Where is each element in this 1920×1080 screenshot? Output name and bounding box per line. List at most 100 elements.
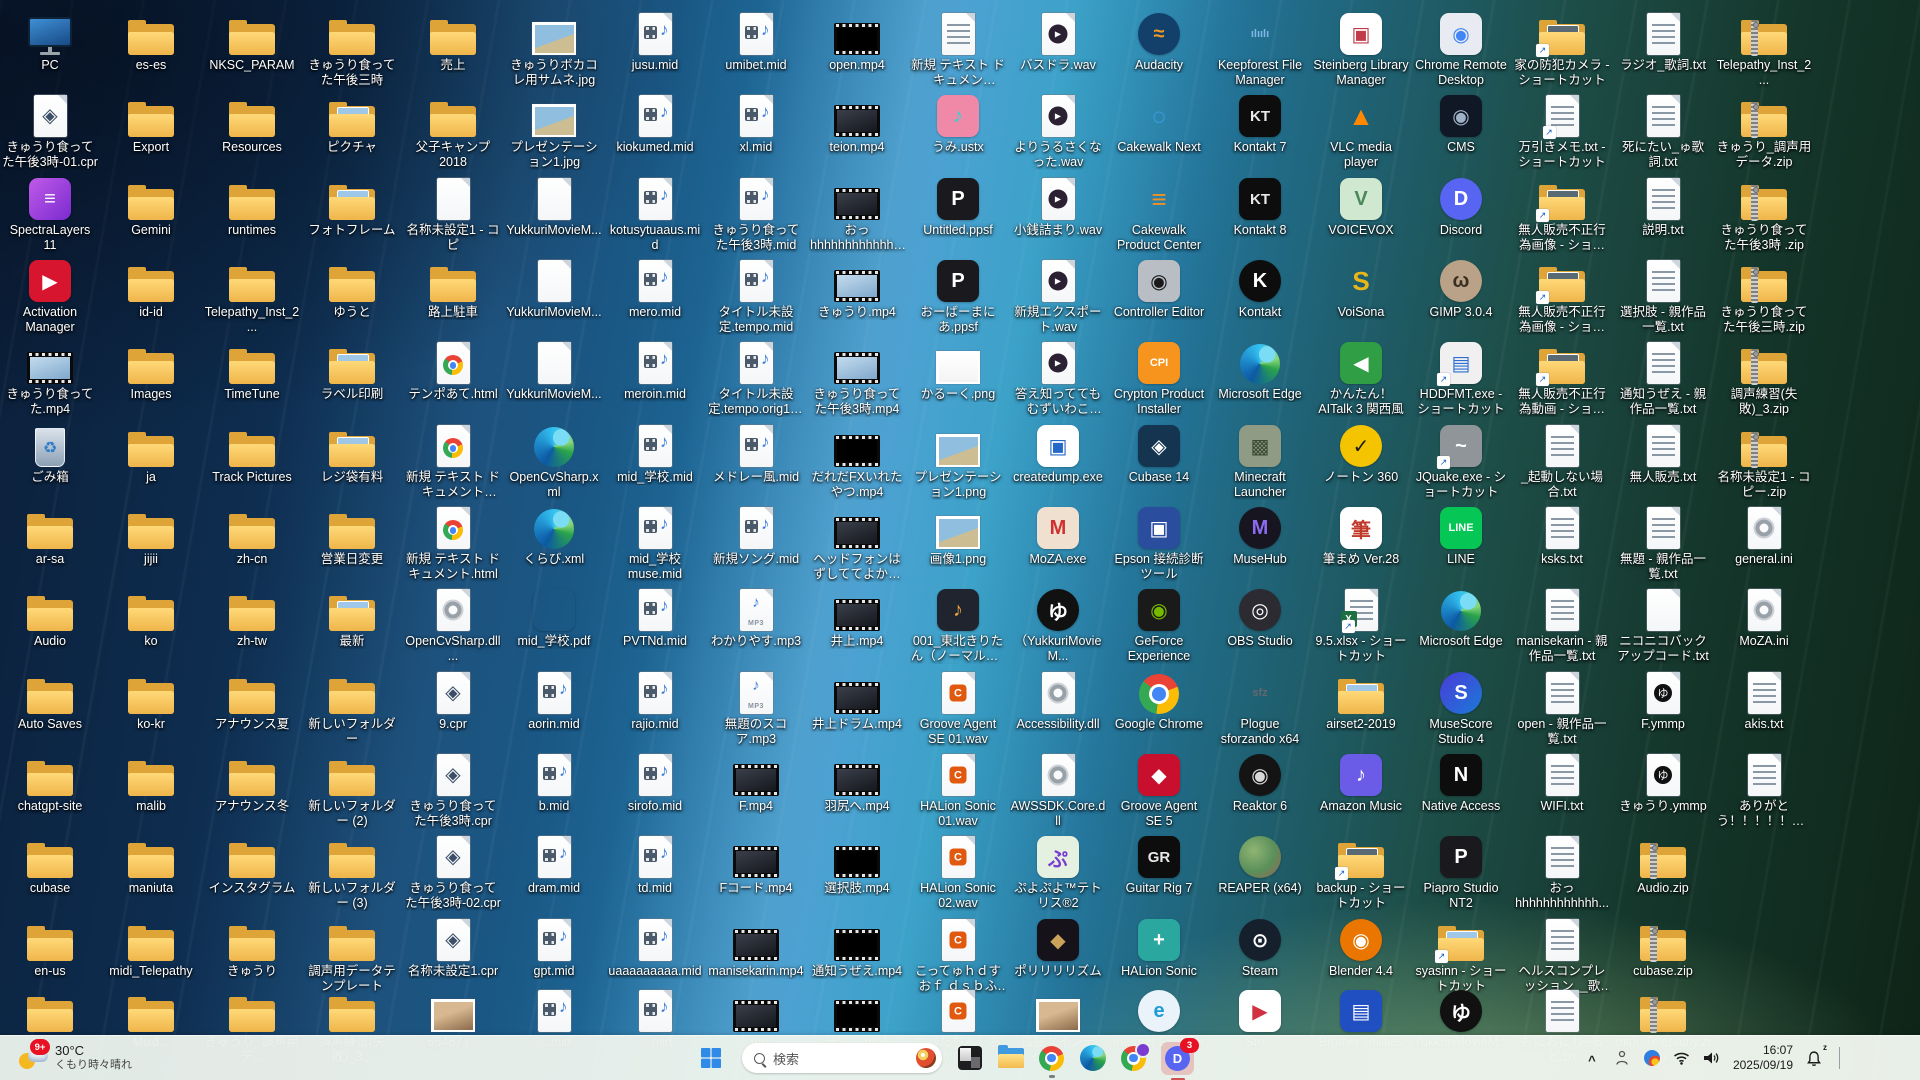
desktop-icon[interactable]: Track Pictures [204, 419, 300, 485]
desktop-icon[interactable]: Telepathy_Inst_2... [204, 254, 300, 335]
desktop-icon[interactable]: ◉Reaktor 6 [1212, 748, 1308, 814]
desktop-icon[interactable]: ↗家の防犯カメラ - ショートカット [1514, 7, 1610, 88]
desktop-icon[interactable]: _起動しない場合.txt [1514, 419, 1610, 500]
search-input[interactable]: 検索 [742, 1043, 942, 1073]
desktop-icon[interactable]: ○Cakewalk Next [1111, 89, 1207, 155]
desktop-icon[interactable]: きゅうり食ってた.mp4 [2, 336, 98, 417]
desktop-icon[interactable]: ♪jusu.mid [607, 7, 703, 73]
desktop-icon[interactable]: WIFI.txt [1514, 748, 1610, 814]
desktop-icon[interactable]: CPICrypton Product Installer [1111, 336, 1207, 417]
desktop-icon[interactable]: 無人販売.txt [1615, 419, 1711, 485]
desktop-icon[interactable]: ゆきゅうり.ymmp [1615, 748, 1711, 814]
desktop-icon[interactable]: AWSSDK.Core.dll [1010, 748, 1106, 829]
desktop-icon[interactable]: MoZA.ini [1716, 583, 1812, 649]
desktop-icon[interactable]: ありがとう！！！！！！.txt [1716, 748, 1812, 829]
desktop-icon[interactable]: ✓ノートン 360 [1313, 419, 1409, 485]
desktop-icon[interactable]: 筆筆まめ Ver.28 [1313, 501, 1409, 567]
desktop-icon[interactable]: ko [103, 583, 199, 649]
desktop-icon[interactable]: Pおーばーまにあ.ppsf [910, 254, 1006, 335]
desktop-icon[interactable]: MMuseHub [1212, 501, 1308, 567]
desktop-icon[interactable]: ◉Controller Editor [1111, 254, 1207, 320]
desktop-icon[interactable]: KKontakt [1212, 254, 1308, 320]
desktop-icon[interactable]: ニコニコバックアップコード.txt [1615, 583, 1711, 664]
desktop-icon[interactable]: SVoiSona [1313, 254, 1409, 320]
desktop-icon[interactable]: きゅうり食ってた午後三時 [304, 7, 400, 88]
desktop-icon[interactable]: 井上ドラム.mp4 [809, 666, 905, 732]
taskbar-app-edge[interactable] [1079, 1045, 1106, 1072]
desktop-icon[interactable]: ▶小銭詰まり.wav [1010, 172, 1106, 238]
desktop-icon[interactable]: ↗syasinn - ショートカット [1413, 913, 1509, 994]
desktop-icon[interactable]: ▶新規エクスポート.wav [1010, 254, 1106, 335]
desktop-icon[interactable]: ピクチャ [304, 89, 400, 155]
desktop-icon[interactable]: ksks.txt [1514, 501, 1610, 567]
desktop-icon[interactable]: SMuseScore Studio 4 [1413, 666, 1509, 747]
desktop-icon[interactable]: 調声用データテンプレート [304, 913, 400, 994]
desktop-icon[interactable]: Google Chrome [1111, 666, 1207, 732]
desktop-icon[interactable]: sfzPlogue sforzando x64 [1212, 666, 1308, 747]
desktop-icon[interactable]: MMoZA.exe [1010, 501, 1106, 567]
desktop-icon[interactable]: ωGIMP 3.0.4 [1413, 254, 1509, 320]
desktop-icon[interactable]: ゆF.ymmp [1615, 666, 1711, 732]
desktop-icon[interactable]: 選択肢 - 親作品一覧.txt [1615, 254, 1711, 335]
desktop-icon[interactable]: maniuta [103, 830, 199, 896]
notification-bell-icon[interactable]: z [1805, 1046, 1823, 1070]
volume-icon[interactable] [1703, 1046, 1721, 1070]
taskbar-app-explorer[interactable] [997, 1045, 1024, 1072]
desktop-icon[interactable]: プレゼンテーション1.jpg [506, 89, 602, 170]
desktop-icon[interactable]: malib [103, 748, 199, 814]
desktop-icon[interactable]: ♪rajio.mid [607, 666, 703, 732]
desktop-icon[interactable]: ◆Groove Agent SE 5 [1111, 748, 1207, 829]
desktop-icon[interactable]: midi_Telepathy [103, 913, 199, 979]
desktop-icon[interactable]: KTKontakt 7 [1212, 89, 1308, 155]
desktop-icon[interactable]: かるーく.png [910, 336, 1006, 402]
desktop-icon[interactable]: teion.mp4 [809, 89, 905, 155]
desktop-icon[interactable]: 父子キャンプ2018 [405, 89, 501, 170]
desktop-icon[interactable]: ♪Amazon Music [1313, 748, 1409, 814]
desktop-icon[interactable]: PUntitled.ppsf [910, 172, 1006, 238]
desktop-icon[interactable]: akis.txt [1716, 666, 1812, 732]
desktop-icon[interactable]: ♪001_東北きりたん（ノーマル）_今じゃ... [910, 583, 1006, 664]
desktop-icon[interactable]: ♪タイトル未設定.tempo.orig1.mid [708, 336, 804, 417]
desktop-icon[interactable]: Cこってゅｈｄすおｆ ｄｓｂふぉ.wav [910, 913, 1006, 994]
desktop-icon[interactable]: プレゼンテーション1.png [910, 419, 1006, 500]
desktop-icon[interactable]: ♪kotusytuaaus.mid [607, 172, 703, 253]
desktop-icon[interactable]: jijii [103, 501, 199, 567]
desktop-icon[interactable]: ◉Chrome Remote Desktop [1413, 7, 1509, 88]
tray-accessibility-icon[interactable] [1613, 1046, 1631, 1070]
desktop-icon[interactable]: レジ袋有料 [304, 419, 400, 485]
desktop-icon[interactable]: きゅうり_調声用データ.zip [1716, 89, 1812, 170]
desktop-icon[interactable]: ~↗JQuake.exe - ショートカット [1413, 419, 1509, 500]
desktop-icon[interactable]: ♪メドレー風.mid [708, 419, 804, 485]
desktop-icon[interactable]: open - 親作品一覧.txt [1514, 666, 1610, 747]
desktop-icon[interactable]: id-id [103, 254, 199, 320]
desktop-icon[interactable]: 新規 テキスト ドキュメント.musicxml [910, 7, 1006, 88]
desktop-icon[interactable]: ♪mid_学校 muse.mid [607, 501, 703, 582]
desktop-icon[interactable]: ♪umibet.mid [708, 7, 804, 73]
desktop-icon[interactable]: ▲VLC media player [1313, 89, 1409, 170]
desktop-icon[interactable]: ko-kr [103, 666, 199, 732]
wifi-icon[interactable] [1673, 1046, 1691, 1070]
taskbar-app-chrome-profile[interactable] [1120, 1045, 1147, 1072]
desktop-icon[interactable]: ♪gpt.mid [506, 913, 602, 979]
desktop-icon[interactable]: ↗無人販売不正行為画像 - ショートカッ... [1514, 172, 1610, 253]
desktop-icon[interactable]: 新しいフォルダー (2) [304, 748, 400, 829]
desktop-icon[interactable]: おっ hhhhhhhhhhhh... [1514, 830, 1610, 911]
desktop-icon[interactable]: ♪dram.mid [506, 830, 602, 896]
desktop-icon[interactable]: ◀かんたん！AITalk 3 関西風 [1313, 336, 1409, 417]
desktop-icon[interactable]: ヘッドフォンはずしててよかっt.mp4 [809, 501, 905, 582]
desktop-icon[interactable]: ♪mid_学校.mid [607, 419, 703, 485]
desktop-icon[interactable]: だれだFXいれたやつ.mp4 [809, 419, 905, 500]
desktop-icon[interactable]: ◈Cubase 14 [1111, 419, 1207, 485]
desktop-icon[interactable]: ♪kiokumed.mid [607, 89, 703, 155]
desktop-icon[interactable]: 井上.mp4 [809, 583, 905, 649]
desktop-icon[interactable]: Auto Saves [2, 666, 98, 732]
desktop-icon[interactable]: airset2-2019 [1313, 666, 1409, 732]
desktop-icon[interactable]: Export [103, 89, 199, 155]
desktop-icon[interactable]: Microsoft Edge [1212, 336, 1308, 402]
desktop-icon[interactable]: cubase [2, 830, 98, 896]
desktop-icon[interactable]: ar-sa [2, 501, 98, 567]
desktop-icon[interactable]: ♪b.mid [506, 748, 602, 814]
desktop-icon[interactable]: くらび.xml [506, 501, 602, 567]
desktop-icon[interactable]: en-us [2, 913, 98, 979]
desktop-icon[interactable]: ヘルスコンプレッション__歌詞.txt [1514, 913, 1610, 994]
